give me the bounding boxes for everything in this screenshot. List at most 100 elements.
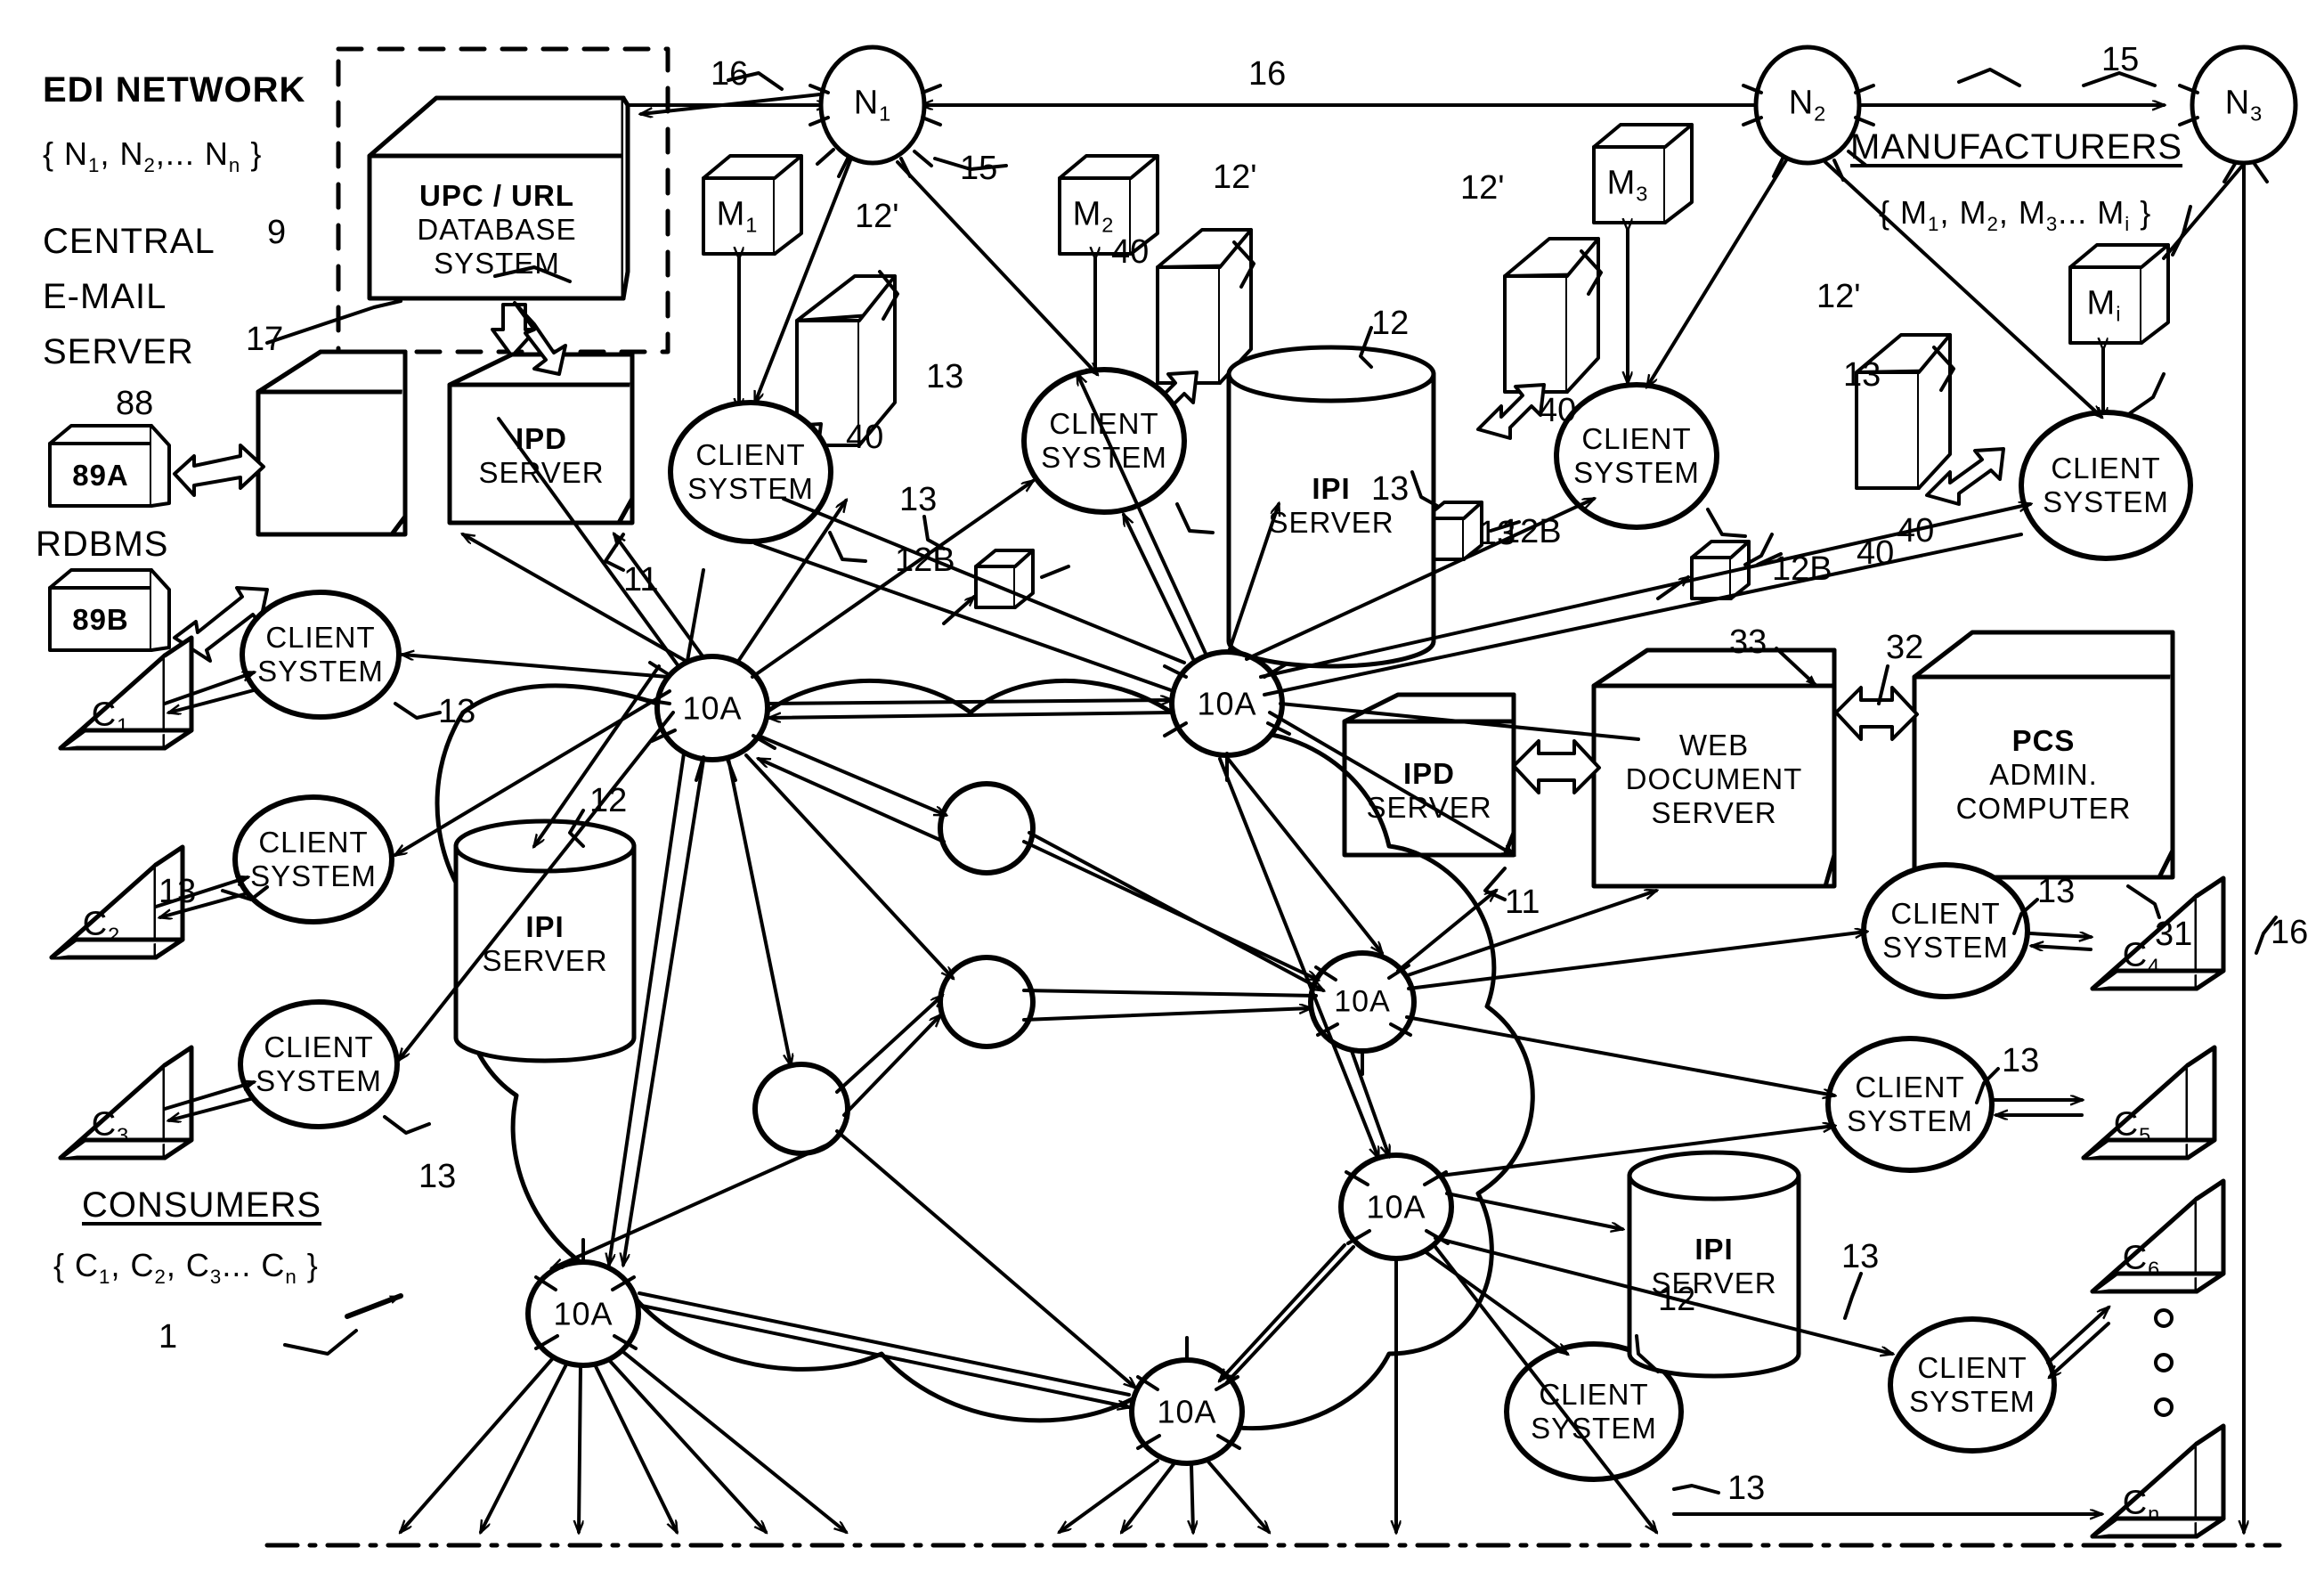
ref-13-j: 13	[2002, 1042, 2040, 1079]
ipi-server-left-line-2: SERVER	[482, 944, 608, 977]
upc-url-line-2: DATABASE	[417, 213, 577, 247]
manufacturer-m2: M2	[1072, 195, 1115, 237]
ref-13-g: 13	[158, 873, 197, 910]
network-node-10a-2: 10A	[1197, 685, 1257, 722]
ref-32: 32	[1886, 629, 1924, 666]
ref-33: 33	[1729, 623, 1767, 661]
ipd-server-left-line-1: IPD	[515, 422, 567, 456]
ref-31: 31	[2155, 916, 2193, 953]
network-node-10a-1: 10A	[682, 689, 743, 727]
ref-13-f: 13	[438, 693, 476, 730]
ref-17: 17	[246, 321, 284, 358]
client-system-11-line-2: SYSTEM	[1531, 1412, 1657, 1445]
ipi-server-left-line-1: IPI	[525, 910, 565, 944]
figure-ref-1: 1	[158, 1318, 178, 1356]
consumers-set: { C1, C2, C3... Cn }	[53, 1247, 319, 1288]
pcs-admin-line-2: ADMIN.	[1989, 758, 2098, 792]
ref-15-a: 15	[960, 150, 998, 187]
central-email-server-line-1: CENTRAL	[43, 222, 215, 261]
client-system-8: CLIENT SYSTEM	[1882, 897, 2009, 965]
client-system-3-line-2: SYSTEM	[1573, 456, 1700, 489]
ref-13-i: 13	[2037, 873, 2076, 910]
manufacturers-set: { M1, M2, M3... Mi }	[1879, 194, 2152, 235]
ref-13-b: 13	[899, 481, 938, 518]
edi-node-n3: N3	[2224, 84, 2263, 126]
client-system-10: CLIENT SYSTEM	[1909, 1351, 2036, 1419]
network-node-10a-4: 10A	[1366, 1188, 1426, 1226]
ref-13-l: 13	[1727, 1470, 1766, 1507]
ref-13-c: 13	[1371, 470, 1410, 508]
upc-url-line-3: SYSTEM	[434, 246, 560, 280]
ref-12b-b: 12B	[1501, 513, 1562, 550]
web-document-server-line-2: DOCUMENT	[1625, 762, 1803, 796]
consumer-c2: C2	[82, 905, 121, 947]
ref-40-a: 40	[1111, 233, 1150, 271]
client-system-1-line-1: CLIENT	[695, 438, 806, 472]
client-system-2-line-2: SYSTEM	[1041, 441, 1167, 474]
edi-node-n2: N2	[1788, 84, 1827, 126]
edi-network-set: { N1, N2,... Nn }	[43, 135, 263, 176]
network-node-10a-3: 10A	[1334, 984, 1391, 1019]
web-document-server-box: WEB DOCUMENT SERVER	[1626, 729, 1803, 830]
manufacturer-mi: Mi	[2086, 284, 2122, 326]
ref-12prime-a: 12'	[855, 198, 899, 235]
ref-11-left: 11	[623, 561, 659, 599]
client-system-4: CLIENT SYSTEM	[2043, 452, 2169, 519]
client-system-1: CLIENT SYSTEM	[687, 438, 814, 506]
network-node-10a-6: 10A	[1157, 1393, 1217, 1430]
edi-network-heading: EDI NETWORK	[43, 70, 306, 110]
consumer-c4: C4	[2122, 936, 2161, 978]
client-system-7-line-2: SYSTEM	[256, 1064, 382, 1097]
client-system-8-line-1: CLIENT	[1890, 897, 2001, 931]
rdbms-89b-label: 89B	[72, 603, 129, 637]
ref-9: 9	[267, 214, 287, 251]
ref-16-b: 16	[1248, 55, 1287, 93]
manufacturer-m1: M1	[716, 195, 759, 237]
web-document-server-line-3: SERVER	[1651, 795, 1777, 829]
client-system-3: CLIENT SYSTEM	[1573, 422, 1700, 490]
ipd-server-left-box: IPD SERVER	[478, 422, 604, 490]
client-system-6-line-1: CLIENT	[258, 826, 369, 859]
ref-15-c: 15	[2101, 41, 2140, 78]
pcs-admin-computer-box: PCS ADMIN. COMPUTER	[1956, 724, 2132, 826]
ipi-server-top-line-1: IPI	[1312, 472, 1351, 506]
client-system-5-line-2: SYSTEM	[257, 655, 384, 688]
client-system-10-line-1: CLIENT	[1917, 1351, 2027, 1385]
web-document-server-line-1: WEB	[1678, 729, 1750, 762]
ref-12prime-b: 12'	[1213, 159, 1257, 196]
client-system-9-line-2: SYSTEM	[1847, 1104, 1973, 1137]
consumer-c1: C1	[91, 696, 130, 737]
client-system-4-line-2: SYSTEM	[2043, 485, 2169, 518]
client-system-11-line-1: CLIENT	[1539, 1378, 1649, 1412]
client-system-6-line-2: SYSTEM	[250, 859, 377, 892]
ref-40-d: 40	[1897, 512, 1935, 550]
ref-40-b: 40	[846, 419, 884, 456]
client-system-1-line-2: SYSTEM	[687, 472, 814, 505]
ref-12-a: 12	[1371, 305, 1410, 342]
client-system-9-line-1: CLIENT	[1855, 1071, 1965, 1104]
ref-11-right: 11	[1505, 884, 1540, 921]
ref-16-a: 16	[711, 55, 749, 93]
consumer-c6: C6	[2122, 1239, 2161, 1281]
client-system-6: CLIENT SYSTEM	[250, 826, 377, 893]
upc-url-line-1: UPC / URL	[419, 179, 574, 213]
ref-12-b: 12	[589, 782, 628, 819]
client-system-2: CLIENT SYSTEM	[1041, 407, 1167, 475]
upc-url-database-box: UPC / URL DATABASE SYSTEM	[417, 179, 576, 281]
ipd-server-right-line-2: SERVER	[1366, 791, 1492, 824]
ref-12prime-d: 12'	[1816, 278, 1861, 315]
client-system-5: CLIENT SYSTEM	[257, 621, 384, 688]
network-node-10a-5: 10A	[553, 1295, 614, 1332]
ipi-server-top-line-2: SERVER	[1268, 506, 1394, 539]
client-system-4-line-1: CLIENT	[2051, 452, 2161, 485]
ref-12-c: 12	[1658, 1281, 1696, 1318]
client-system-5-line-1: CLIENT	[265, 621, 376, 655]
ref-13-e: 13	[1843, 356, 1881, 394]
manufacturer-m3: M3	[1606, 164, 1649, 206]
ref-12b-a: 12B	[895, 542, 955, 579]
ref-40-c: 40	[1539, 392, 1577, 429]
patent-figure: EDI NETWORK { N1, N2,... Nn } CENTRAL E-…	[0, 0, 2324, 1580]
central-email-server-line-3: SERVER	[43, 332, 194, 371]
ref-13-k: 13	[1841, 1238, 1880, 1275]
ref-12b-c: 12B	[1772, 550, 1832, 588]
